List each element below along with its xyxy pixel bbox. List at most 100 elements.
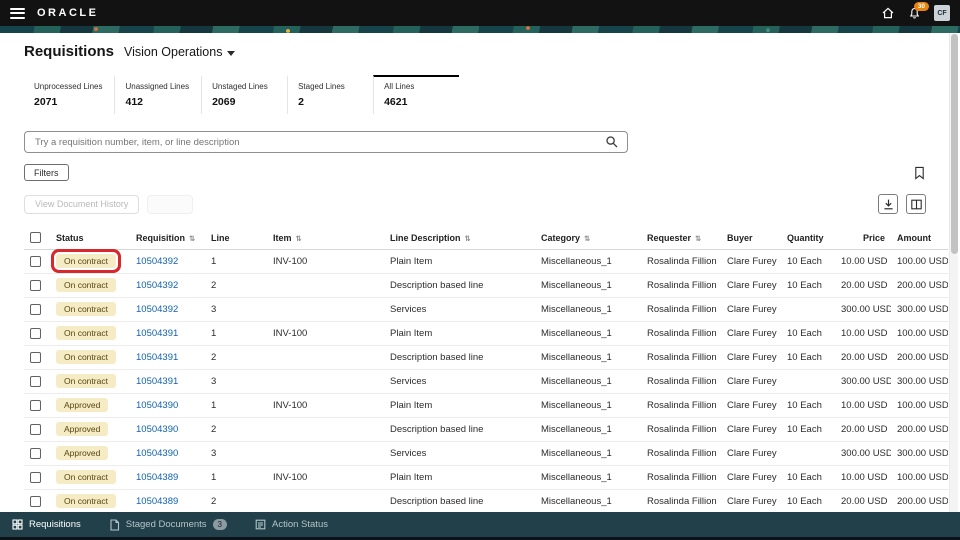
cell-line-description: Services bbox=[384, 369, 535, 394]
scrollbar-thumb[interactable] bbox=[951, 34, 958, 255]
requisition-link[interactable]: 10504389 bbox=[136, 496, 178, 507]
cell-requester: Rosalinda Fillion bbox=[641, 465, 721, 490]
cell-price: 300.00 USD bbox=[835, 441, 891, 466]
search-input[interactable] bbox=[24, 131, 628, 153]
manage-columns-button[interactable] bbox=[906, 194, 926, 214]
cell-quantity: 10 Each bbox=[781, 489, 835, 512]
footer-item-requisitions[interactable]: Requisitions bbox=[12, 519, 81, 530]
footer-item-staged-documents[interactable]: Staged Documents 3 bbox=[109, 518, 227, 531]
summary-tab-staged-lines[interactable]: Staged Lines 2 bbox=[287, 75, 373, 114]
business-unit-picker[interactable]: Vision Operations bbox=[124, 45, 236, 59]
cell-requester: Rosalinda Fillion bbox=[641, 441, 721, 466]
table-row: On contract 10504392 2 Description based li… bbox=[24, 273, 948, 298]
cell-buyer: Clare Furey bbox=[721, 441, 781, 466]
row-checkbox[interactable] bbox=[30, 495, 41, 507]
requisition-link[interactable]: 10504390 bbox=[136, 400, 178, 411]
requisition-link[interactable]: 10504391 bbox=[136, 352, 178, 363]
cell-amount: 200.00 USD bbox=[891, 417, 948, 442]
download-button[interactable] bbox=[878, 194, 898, 214]
column-header-category[interactable]: Category ⇅ bbox=[535, 227, 641, 250]
row-checkbox[interactable] bbox=[30, 399, 41, 411]
table-body: On contract 10504392 1 INV-100 Plain Item Mis… bbox=[24, 249, 948, 512]
cell-item bbox=[267, 273, 384, 298]
summary-tab-unassigned-lines[interactable]: Unassigned Lines 412 bbox=[114, 75, 201, 114]
column-header-item[interactable]: Item ⇅ bbox=[267, 227, 384, 250]
column-header-requisition[interactable]: Requisition ⇅ bbox=[130, 227, 205, 250]
row-checkbox[interactable] bbox=[30, 255, 41, 267]
row-checkbox[interactable] bbox=[30, 351, 41, 363]
cell-item: INV-100 bbox=[267, 393, 384, 418]
cell-line-description: Description based line bbox=[384, 345, 535, 370]
home-icon[interactable] bbox=[881, 6, 895, 20]
sort-icon[interactable]: ⇅ bbox=[296, 234, 302, 243]
cell-amount: 300.00 USD bbox=[891, 441, 948, 466]
row-checkbox[interactable] bbox=[30, 327, 41, 339]
decorative-banner bbox=[0, 26, 960, 33]
vertical-scrollbar[interactable] bbox=[949, 33, 958, 512]
row-checkbox[interactable] bbox=[30, 471, 41, 483]
summary-tab-unprocessed-lines[interactable]: Unprocessed Lines 2071 bbox=[24, 75, 114, 114]
bottom-task-bar: Requisitions Staged Documents 3 Action S… bbox=[0, 512, 960, 537]
bookmark-icon[interactable] bbox=[913, 166, 926, 180]
row-checkbox[interactable] bbox=[30, 303, 41, 315]
row-checkbox[interactable] bbox=[30, 279, 41, 291]
requisition-link[interactable]: 10504391 bbox=[136, 328, 178, 339]
cell-buyer: Clare Furey bbox=[721, 249, 781, 274]
filters-button[interactable]: Filters bbox=[24, 164, 69, 181]
column-header-label: Requisition bbox=[136, 232, 185, 243]
requisition-link[interactable]: 10504390 bbox=[136, 448, 178, 459]
select-all-checkbox[interactable] bbox=[30, 232, 41, 244]
cell-line: 2 bbox=[205, 273, 267, 298]
sort-icon[interactable]: ⇅ bbox=[189, 234, 195, 243]
user-avatar[interactable]: CF bbox=[934, 5, 950, 21]
hamburger-menu-icon[interactable] bbox=[10, 7, 25, 19]
column-header-line-description[interactable]: Line Description ⇅ bbox=[384, 227, 535, 250]
requisition-link[interactable]: 10504392 bbox=[136, 256, 178, 267]
column-header-label: Requester bbox=[647, 232, 692, 243]
cell-buyer: Clare Furey bbox=[721, 297, 781, 322]
status-badge: On contract bbox=[56, 254, 116, 268]
requisition-link[interactable]: 10504392 bbox=[136, 304, 178, 315]
cell-quantity bbox=[781, 441, 835, 466]
requisition-link[interactable]: 10504389 bbox=[136, 472, 178, 483]
cell-price: 300.00 USD bbox=[835, 369, 891, 394]
disabled-action-button bbox=[147, 194, 194, 214]
cell-category: Miscellaneous_1 bbox=[535, 369, 641, 394]
view-document-history-button[interactable]: View Document History bbox=[24, 194, 140, 214]
row-checkbox[interactable] bbox=[30, 423, 41, 435]
sort-icon[interactable]: ⇅ bbox=[465, 234, 471, 243]
oracle-logo[interactable]: ORACLE bbox=[37, 7, 98, 19]
row-checkbox[interactable] bbox=[30, 447, 41, 459]
cell-line: 2 bbox=[205, 417, 267, 442]
summary-tab-value: 4621 bbox=[384, 96, 408, 108]
summary-tab-all-lines[interactable]: All Lines 4621 bbox=[373, 75, 460, 114]
cell-item bbox=[267, 297, 384, 322]
status-badge: On contract bbox=[56, 326, 116, 340]
sort-icon[interactable]: ⇅ bbox=[584, 234, 590, 243]
cell-line: 1 bbox=[205, 465, 267, 490]
column-header-requester[interactable]: Requester ⇅ bbox=[641, 227, 721, 250]
search-icon[interactable] bbox=[605, 135, 619, 149]
table-row: On contract 10504391 2 Description based li… bbox=[24, 345, 948, 370]
status-badge: Approved bbox=[56, 398, 109, 412]
summary-tab-label: Unstaged Lines bbox=[212, 82, 268, 91]
business-unit-label: Vision Operations bbox=[124, 45, 223, 59]
cell-amount: 100.00 USD bbox=[891, 249, 948, 274]
cell-quantity bbox=[781, 297, 835, 322]
cell-line-description: Description based line bbox=[384, 489, 535, 512]
notification-count-badge: 30 bbox=[913, 1, 929, 12]
status-badge: Approved bbox=[56, 446, 109, 460]
notifications-bell-icon[interactable]: 30 bbox=[908, 1, 929, 20]
requisition-link[interactable]: 10504392 bbox=[136, 280, 178, 291]
cell-quantity: 10 Each bbox=[781, 321, 835, 346]
row-checkbox[interactable] bbox=[30, 375, 41, 387]
cell-line-description: Services bbox=[384, 441, 535, 466]
cell-category: Miscellaneous_1 bbox=[535, 321, 641, 346]
requisition-link[interactable]: 10504390 bbox=[136, 424, 178, 435]
footer-item-action-status[interactable]: Action Status bbox=[255, 519, 328, 530]
summary-tab-unstaged-lines[interactable]: Unstaged Lines 2069 bbox=[201, 75, 287, 114]
table-row: Approved 10504390 1 INV-100 Plain Item Miscel… bbox=[24, 393, 948, 418]
search-row bbox=[24, 131, 628, 153]
requisition-link[interactable]: 10504391 bbox=[136, 376, 178, 387]
sort-icon[interactable]: ⇅ bbox=[695, 234, 701, 243]
